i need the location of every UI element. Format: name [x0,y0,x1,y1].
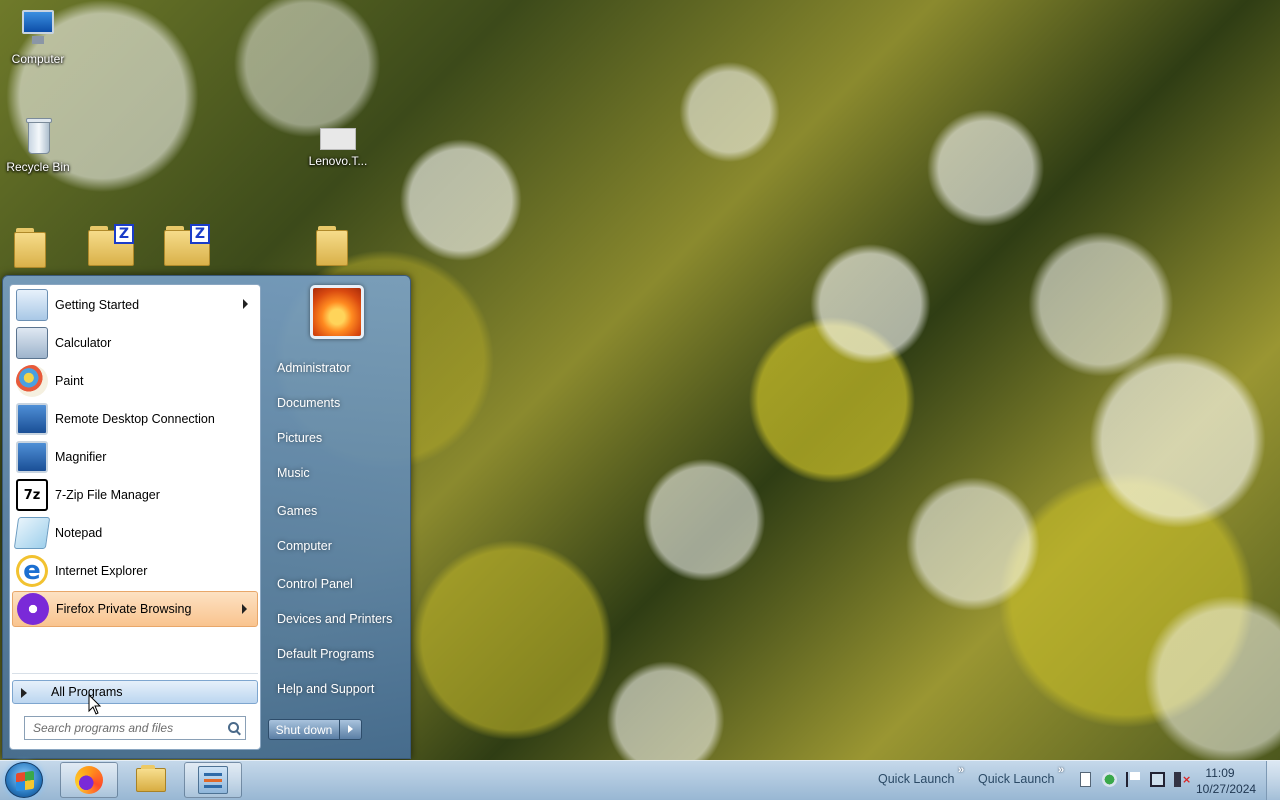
submenu-arrow-icon [242,604,247,614]
mouse-cursor-icon [88,694,102,715]
program-notepad[interactable]: Notepad [12,515,258,551]
volume-muted-icon[interactable]: × [1174,772,1191,787]
security-tray-icon[interactable] [1102,772,1117,787]
zipped-folder-icon[interactable]: Z [164,224,212,266]
action-center-flag-icon[interactable] [1126,772,1141,787]
program-paint[interactable]: Paint [12,363,258,399]
quick-launch-toolbar[interactable]: Quick Launch [978,772,1054,786]
link-devices-printers[interactable]: Devices and Printers [277,612,392,626]
link-documents[interactable]: Documents [277,396,340,410]
expand-arrow-icon [21,688,27,698]
program-remote-desktop[interactable]: Remote Desktop Connection [12,401,258,437]
recycle-bin-icon [18,116,58,156]
desktop-icon-label: Computer [11,52,65,66]
submenu-arrow-icon [243,299,248,309]
getting-started-icon [16,289,48,321]
quick-launch-chevron[interactable]: » [958,764,964,776]
search-icon [228,722,239,733]
start-button[interactable] [5,762,43,798]
link-administrator[interactable]: Administrator [277,361,351,375]
desktop-icon-lenovo[interactable]: Lenovo.T... [300,122,376,168]
paint-icon [16,365,48,397]
clock-time: 11:09 [1205,766,1235,780]
firefox-icon [75,766,103,794]
user-avatar[interactable] [310,285,364,339]
link-computer[interactable]: Computer [277,539,332,553]
link-pictures[interactable]: Pictures [277,431,322,445]
magnifier-icon [16,441,48,473]
calculator-icon [16,327,48,359]
zipped-folder-icon[interactable]: Z [88,224,136,266]
desktop-icon-label: Lenovo.T... [308,154,368,168]
control-panel-icon [198,766,228,794]
folder-icon[interactable] [316,224,350,266]
folder-icon[interactable] [14,226,48,268]
computer-icon [18,8,58,48]
windows-logo-icon [16,770,34,792]
taskbar-firefox-button[interactable] [60,762,118,798]
desktop-icon-computer[interactable]: Computer [0,8,76,66]
link-games[interactable]: Games [277,504,317,518]
program-internet-explorer[interactable]: e Internet Explorer [12,553,258,589]
7zip-icon: 7z [16,479,48,511]
taskbar-explorer-button[interactable] [122,762,180,798]
document-tray-icon[interactable] [1080,772,1091,787]
desktop-icon-label: Recycle Bin [6,160,70,174]
link-control-panel[interactable]: Control Panel [277,577,353,591]
start-menu: Getting Started Calculator Paint Remote … [2,275,411,759]
search-input[interactable]: Search programs and files [24,716,246,740]
all-programs-button[interactable]: All Programs [12,680,258,704]
program-7zip[interactable]: 7z 7-Zip File Manager [12,477,258,513]
shutdown-button[interactable]: Shut down [268,719,340,740]
start-menu-programs-pane: Getting Started Calculator Paint Remote … [9,284,261,750]
quick-launch-toolbar[interactable]: Quick Launch [878,772,954,786]
internet-explorer-icon: e [16,555,48,587]
program-magnifier[interactable]: Magnifier [12,439,258,475]
firefox-private-icon [17,593,49,625]
remote-desktop-icon [16,403,48,435]
separator [12,673,258,674]
shutdown-options-button[interactable] [340,719,362,740]
notepad-icon [13,517,51,549]
desktop-icon-recycle-bin[interactable]: Recycle Bin [0,116,76,174]
quick-launch-chevron[interactable]: » [1058,764,1064,776]
clock-date: 10/27/2024 [1196,782,1257,796]
program-getting-started[interactable]: Getting Started [12,287,258,323]
taskbar-control-panel-button[interactable] [184,762,242,798]
program-calculator[interactable]: Calculator [12,325,258,361]
system-clock[interactable]: 11:09 10/27/2024 [1196,765,1257,797]
program-firefox-private[interactable]: Firefox Private Browsing [12,591,258,627]
show-desktop-button[interactable] [1266,761,1280,800]
file-icon [320,128,356,150]
link-music[interactable]: Music [277,466,310,480]
network-tray-icon[interactable] [1150,772,1165,787]
link-default-programs[interactable]: Default Programs [277,647,374,661]
link-help-support[interactable]: Help and Support [277,682,374,696]
folder-icon [136,765,166,792]
